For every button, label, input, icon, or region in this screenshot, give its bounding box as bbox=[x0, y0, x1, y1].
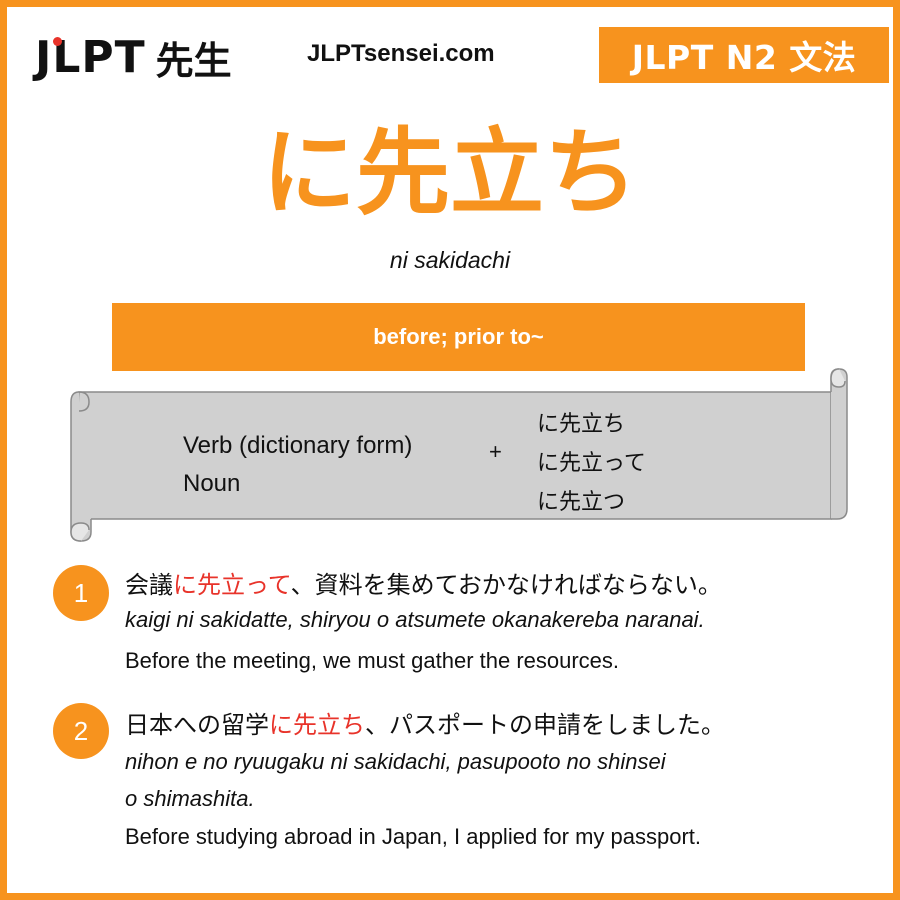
example-jp-highlight: に先立って bbox=[173, 571, 291, 599]
formation-form: に先立ち bbox=[537, 412, 626, 437]
level-badge: JLPT N2 文法 bbox=[599, 27, 889, 83]
site-url-link[interactable]: JLPTsensei.com bbox=[307, 40, 495, 68]
grammar-card: JLPT 先生 JLPTsensei.com JLPT N2 文法 に先立ち n… bbox=[0, 0, 900, 900]
formation-noun: Noun bbox=[183, 470, 241, 497]
formation-plus: + bbox=[489, 439, 502, 464]
grammar-title: に先立ち bbox=[261, 119, 638, 228]
example-jp-before: 日本への留学 bbox=[125, 711, 269, 739]
example-romaji: nihon e no ryuugaku ni sakidachi, pasupo… bbox=[125, 749, 666, 774]
logo-red-dot-icon bbox=[53, 36, 62, 46]
example-japanese: 会議に先立って、資料を集めておかなければならない。 bbox=[125, 565, 722, 600]
meaning-banner: before; prior to~ bbox=[112, 303, 805, 371]
example-number-badge: 1 bbox=[53, 565, 109, 621]
formation-left-list: Verb (dictionary form) Noun bbox=[183, 427, 412, 503]
grammar-romaji: ni sakidachi bbox=[389, 247, 511, 273]
example-jp-before: 会議 bbox=[125, 571, 173, 599]
formation-right-list: に先立ち に先立って に先立つ bbox=[537, 405, 646, 522]
jlpt-sensei-logo[interactable]: JLPT 先生 bbox=[35, 27, 232, 87]
example-jp-after: 、パスポートの申請をしました。 bbox=[365, 711, 725, 739]
example-english: Before studying abroad in Japan, I appli… bbox=[125, 824, 702, 849]
example-jp-highlight: に先立ち bbox=[269, 711, 365, 739]
example-romaji: kaigi ni sakidatte, shiryou o atsumete o… bbox=[125, 607, 705, 632]
meaning-text: before; prior to~ bbox=[373, 324, 544, 349]
example-romaji-continued: o shimashita. bbox=[125, 786, 255, 811]
formation-verb: Verb (dictionary form) bbox=[183, 432, 413, 459]
example-english: Before the meeting, we must gather the r… bbox=[125, 648, 620, 673]
logo-text: JLPT bbox=[35, 31, 146, 83]
example-number-badge: 2 bbox=[53, 703, 109, 759]
logo-kanji: 先生 bbox=[155, 38, 232, 83]
example-japanese: 日本への留学に先立ち、パスポートの申請をしました。 bbox=[125, 705, 725, 740]
formation-form: に先立って bbox=[537, 451, 646, 476]
example-jp-after: 、資料を集めておかなければならない。 bbox=[290, 571, 722, 599]
formation-form: に先立つ bbox=[537, 490, 626, 515]
